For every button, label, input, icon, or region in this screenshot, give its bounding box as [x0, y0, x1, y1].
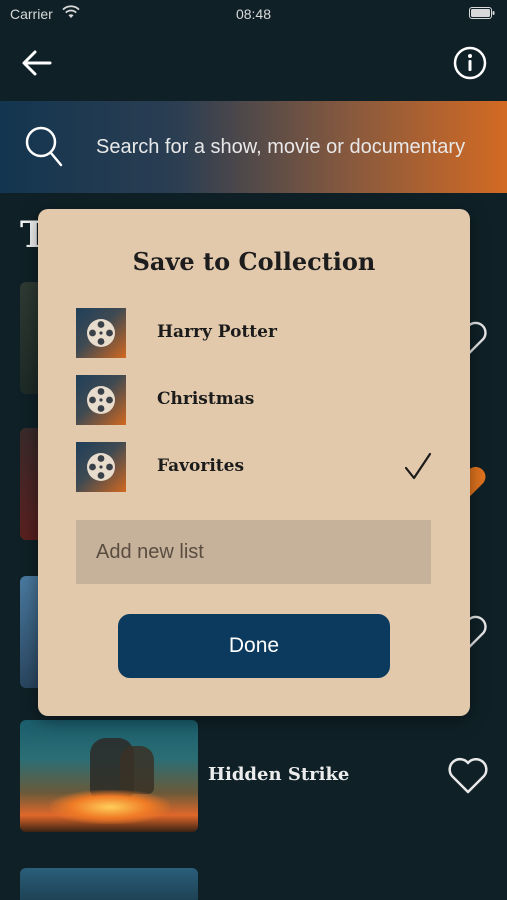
collection-item-harry-potter[interactable]: Harry Potter [76, 308, 436, 358]
search-placeholder[interactable]: Search for a show, movie or documentary [96, 136, 465, 159]
collection-name: Christmas [157, 389, 255, 409]
collection-name: Harry Potter [157, 322, 277, 342]
collection-item-favorites[interactable]: Favorites [76, 442, 436, 492]
search-bar[interactable]: Search for a show, movie or documentary [0, 101, 507, 193]
collection-item-christmas[interactable]: Christmas [76, 375, 436, 425]
status-time: 08:48 [235, 6, 272, 22]
collection-name: Favorites [157, 456, 245, 476]
collection-thumbnail [76, 442, 126, 492]
battery-icon [469, 7, 495, 19]
search-icon [25, 126, 63, 167]
film-reel-icon [87, 386, 115, 414]
collection-thumbnail [76, 375, 126, 425]
heart-outline-icon[interactable] [446, 754, 490, 796]
save-to-collection-modal: Save to Collection Harry Potter Christma… [38, 209, 470, 716]
status-bar: Carrier 08:48 [0, 0, 507, 28]
film-reel-icon [87, 319, 115, 347]
movie-poster [20, 868, 198, 900]
modal-title: Save to Collection [132, 247, 376, 276]
add-new-list-input[interactable] [76, 520, 431, 584]
done-button[interactable]: Done [118, 614, 390, 678]
movie-title: Hidden Strike [208, 764, 350, 785]
movie-poster [20, 720, 198, 832]
arrow-left-icon[interactable] [20, 46, 54, 80]
film-reel-icon [87, 453, 115, 481]
info-circle-icon[interactable] [453, 46, 487, 80]
collection-thumbnail [76, 308, 126, 358]
list-item[interactable]: Hidden Strike [20, 720, 490, 832]
checkmark-icon [404, 452, 432, 480]
